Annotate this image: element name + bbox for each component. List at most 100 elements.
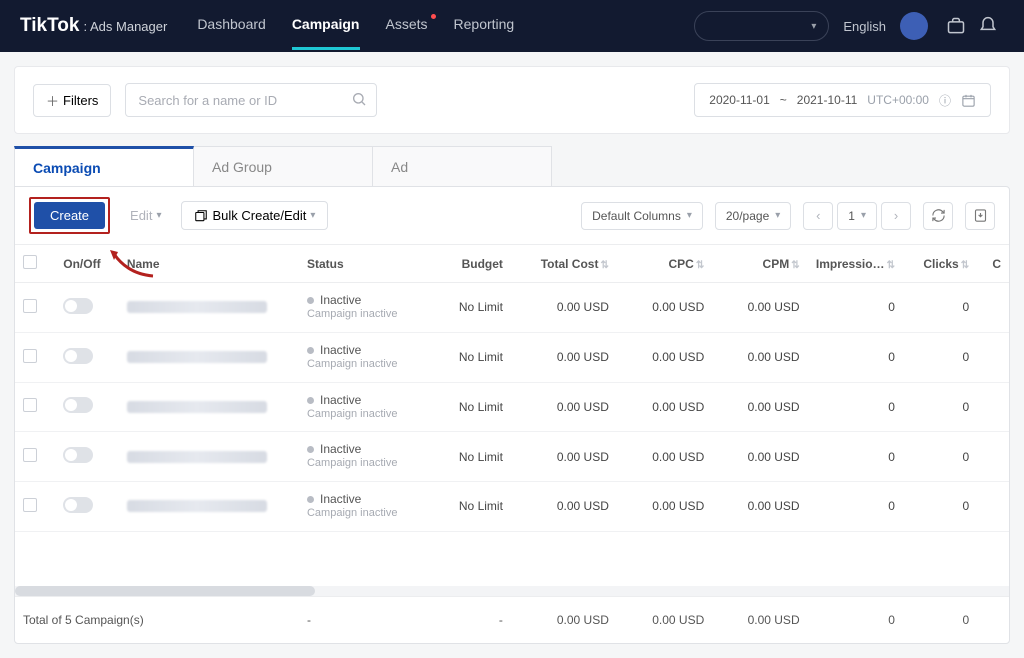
cell-cpm: 0.00 USD xyxy=(712,283,807,333)
row-checkbox[interactable] xyxy=(23,498,37,512)
cell-clicks: 0 xyxy=(903,332,977,382)
campaign-name[interactable] xyxy=(127,451,267,463)
filters-button[interactable]: ＋ Filters xyxy=(33,84,111,117)
nav-reporting[interactable]: Reporting xyxy=(454,16,515,36)
cell-cpc: 0.00 USD xyxy=(617,482,712,532)
pagesize-select[interactable]: 20/page ▾ xyxy=(715,202,791,230)
campaign-name[interactable] xyxy=(127,401,267,413)
col-cpc[interactable]: CPC⇅ xyxy=(617,245,712,283)
col-extra: C xyxy=(977,245,1009,283)
refresh-button[interactable] xyxy=(923,202,953,230)
row-checkbox[interactable] xyxy=(23,398,37,412)
chevron-down-icon: ▾ xyxy=(811,21,816,32)
scrollbar-thumb[interactable] xyxy=(15,586,315,596)
status-cell: InactiveCampaign inactive xyxy=(307,442,408,471)
row-checkbox[interactable] xyxy=(23,299,37,313)
sort-icon: ⇅ xyxy=(887,260,895,271)
cell-total-cost: 0.00 USD xyxy=(511,283,617,333)
avatar[interactable] xyxy=(900,12,928,40)
toggle-switch[interactable] xyxy=(63,348,93,364)
tab-campaign[interactable]: Campaign xyxy=(14,146,194,186)
date-range-picker[interactable]: 2020-11-01 ~ 2021-10-11 UTC+00:00 ⓘ xyxy=(694,83,991,117)
status-cell: InactiveCampaign inactive xyxy=(307,393,408,422)
refresh-icon xyxy=(931,208,946,223)
col-cpm[interactable]: CPM⇅ xyxy=(712,245,807,283)
table-row[interactable]: InactiveCampaign inactiveNo Limit0.00 US… xyxy=(15,482,1009,532)
nav-dashboard[interactable]: Dashboard xyxy=(197,16,266,36)
campaign-name[interactable] xyxy=(127,351,267,363)
toggle-switch[interactable] xyxy=(63,497,93,513)
sort-icon: ⇅ xyxy=(600,260,608,271)
search-input[interactable] xyxy=(125,83,377,117)
bell-icon[interactable] xyxy=(978,16,998,36)
cell-budget: No Limit xyxy=(416,432,511,482)
cell-cpm: 0.00 USD xyxy=(712,482,807,532)
chevron-down-icon: ▾ xyxy=(156,210,161,221)
bulk-icon xyxy=(194,209,208,223)
briefcase-icon[interactable] xyxy=(946,16,966,36)
pagination: ‹ 1 ▾ › xyxy=(803,202,911,230)
col-impressions[interactable]: Impressio…⇅ xyxy=(808,245,903,283)
account-select[interactable]: ▾ xyxy=(694,11,829,41)
nav-assets[interactable]: Assets xyxy=(386,16,428,36)
columns-select[interactable]: Default Columns ▾ xyxy=(581,202,703,230)
edit-button[interactable]: Edit ▾ xyxy=(122,202,169,229)
nav-campaign[interactable]: Campaign xyxy=(292,16,360,36)
chevron-down-icon: ▾ xyxy=(861,210,866,221)
status-sub: Campaign inactive xyxy=(307,308,408,322)
status-dot-icon xyxy=(307,297,314,304)
footer-cpc: 0.00 USD xyxy=(617,596,712,643)
prev-page-button[interactable]: ‹ xyxy=(803,202,833,230)
cell-total-cost: 0.00 USD xyxy=(511,332,617,382)
cell-impressions: 0 xyxy=(808,283,903,333)
bulk-label: Bulk Create/Edit xyxy=(212,208,306,223)
tab-ad[interactable]: Ad xyxy=(372,146,552,186)
table-row[interactable]: InactiveCampaign inactiveNo Limit0.00 US… xyxy=(15,332,1009,382)
col-total-cost[interactable]: Total Cost⇅ xyxy=(511,245,617,283)
cell-total-cost: 0.00 USD xyxy=(511,382,617,432)
sort-icon: ⇅ xyxy=(791,260,799,271)
row-checkbox[interactable] xyxy=(23,349,37,363)
toggle-switch[interactable] xyxy=(63,298,93,314)
tab-adgroup[interactable]: Ad Group xyxy=(193,146,373,186)
campaign-table: On/Off Name Status Budget Total Cost⇅ CP… xyxy=(15,244,1009,532)
cell-total-cost: 0.00 USD xyxy=(511,482,617,532)
export-button[interactable] xyxy=(965,202,995,230)
cell-budget: No Limit xyxy=(416,332,511,382)
action-bar: Create Edit ▾ Bulk Create/Edit ▾ Default… xyxy=(15,187,1009,244)
col-clicks[interactable]: Clicks⇅ xyxy=(903,245,977,283)
toggle-switch[interactable] xyxy=(63,447,93,463)
cell-budget: No Limit xyxy=(416,382,511,432)
table-row[interactable]: InactiveCampaign inactive No Limit0.00 US… xyxy=(15,382,1009,432)
footer-clicks: 0 xyxy=(903,596,977,643)
toggle-switch[interactable] xyxy=(63,397,93,413)
col-name[interactable]: Name xyxy=(119,245,299,283)
date-sep: ~ xyxy=(780,93,787,107)
select-all-checkbox[interactable] xyxy=(23,255,37,269)
nav-links: Dashboard Campaign Assets Reporting xyxy=(197,16,514,36)
chevron-down-icon: ▾ xyxy=(310,210,315,221)
cell-cpm: 0.00 USD xyxy=(712,332,807,382)
table-row[interactable]: InactiveCampaign inactiveNo Limit0.00 US… xyxy=(15,432,1009,482)
horizontal-scrollbar[interactable] xyxy=(15,586,1009,596)
language-select[interactable]: English xyxy=(843,19,886,34)
table-row[interactable]: InactiveCampaign inactiveNo Limit0.00 US… xyxy=(15,283,1009,333)
bulk-create-edit-button[interactable]: Bulk Create/Edit ▾ xyxy=(181,201,328,230)
cell-impressions: 0 xyxy=(808,332,903,382)
campaign-name[interactable] xyxy=(127,500,267,512)
brand-sub: : Ads Manager xyxy=(83,19,167,34)
status-dot-icon xyxy=(307,446,314,453)
top-nav: TikTok : Ads Manager Dashboard Campaign … xyxy=(0,0,1024,52)
status-dot-icon xyxy=(307,496,314,503)
next-page-button[interactable]: › xyxy=(881,202,911,230)
col-onoff: On/Off xyxy=(55,245,119,283)
toolbar-top: ＋ Filters 2020-11-01 ~ 2021-10-11 UTC+00… xyxy=(15,67,1009,133)
campaign-name[interactable] xyxy=(127,301,267,313)
notification-dot-icon xyxy=(431,14,436,19)
row-checkbox[interactable] xyxy=(23,448,37,462)
status-cell: InactiveCampaign inactive xyxy=(307,343,408,372)
page-select[interactable]: 1 ▾ xyxy=(837,202,877,230)
create-button[interactable]: Create xyxy=(34,202,105,229)
col-budget[interactable]: Budget xyxy=(416,245,511,283)
edit-label: Edit xyxy=(130,208,152,223)
